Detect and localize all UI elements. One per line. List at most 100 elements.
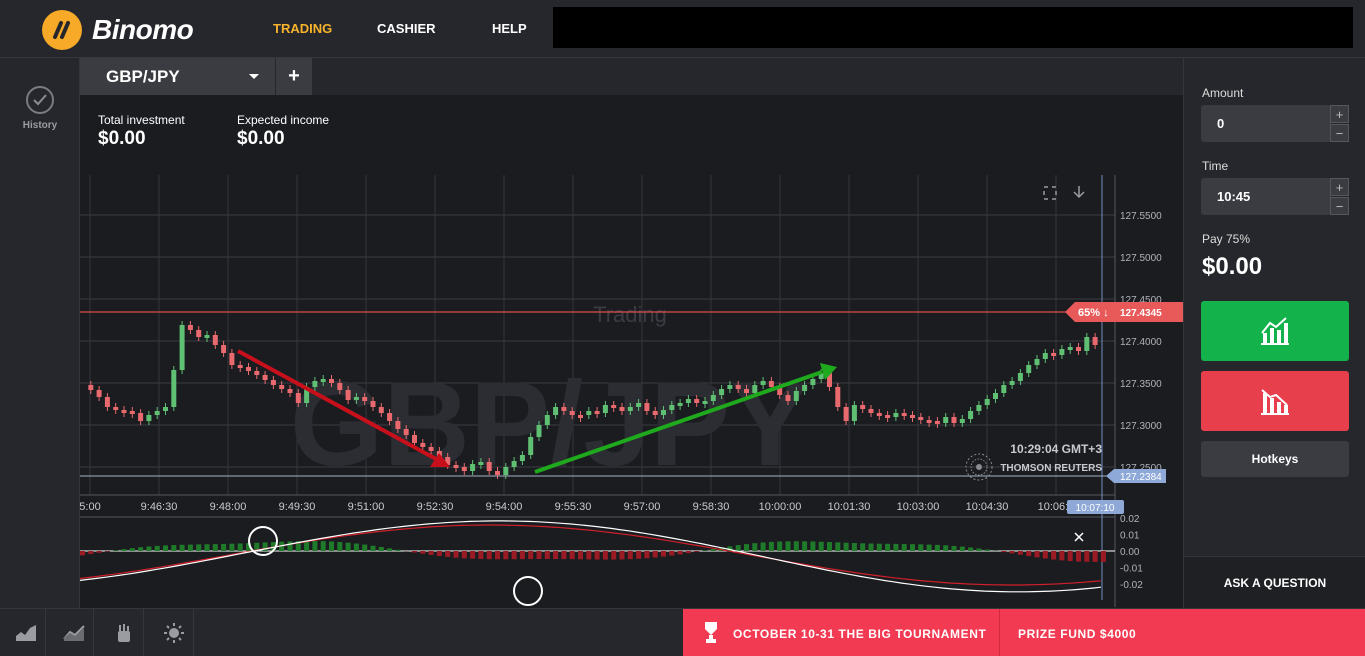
candle bbox=[661, 410, 666, 415]
theme-icon[interactable] bbox=[154, 609, 194, 656]
chart-type-icon[interactable] bbox=[6, 609, 46, 656]
header-banner bbox=[553, 7, 1353, 48]
time-tick-label: 10:01:30 bbox=[828, 501, 871, 513]
osc-bar bbox=[88, 551, 94, 555]
price-chart[interactable]: GBP/JPY Trading 127.5500127.5000127.4500… bbox=[80, 175, 1183, 607]
fullscreen-icon[interactable] bbox=[1043, 186, 1057, 200]
candle bbox=[412, 435, 417, 443]
nav-cashier[interactable]: CASHIER bbox=[377, 21, 436, 36]
candle bbox=[1042, 353, 1048, 359]
drawing-tools-icon[interactable] bbox=[104, 609, 144, 656]
candle bbox=[229, 353, 235, 365]
total-investment-label: Total investment bbox=[98, 113, 185, 127]
ask-question-button[interactable]: ASK A QUESTION bbox=[1184, 556, 1365, 608]
highlight-circle bbox=[513, 576, 543, 606]
download-icon[interactable] bbox=[1073, 186, 1085, 199]
time-input[interactable]: 10:45 bbox=[1201, 178, 1331, 215]
put-down-button[interactable] bbox=[1201, 371, 1349, 431]
chart-down-icon bbox=[1261, 389, 1289, 415]
candle bbox=[569, 411, 575, 415]
candle bbox=[196, 330, 202, 337]
candle bbox=[345, 390, 351, 400]
candle bbox=[976, 405, 982, 411]
osc-bar bbox=[121, 549, 127, 551]
tournament-banner[interactable]: OCTOBER 10-31 THE BIG TOURNAMENT PRIZE F… bbox=[683, 609, 1365, 656]
candle bbox=[503, 467, 509, 475]
candle bbox=[113, 407, 119, 410]
price-tick-label: 127.3500 bbox=[1120, 379, 1162, 390]
osc-bar bbox=[378, 546, 384, 551]
osc-bar bbox=[702, 550, 708, 551]
osc-bar bbox=[436, 551, 442, 557]
osc-bar bbox=[171, 545, 177, 551]
prize-text: PRIZE FUND $4000 bbox=[1018, 627, 1137, 641]
candle bbox=[910, 415, 915, 418]
osc-bar bbox=[594, 551, 600, 560]
amount-plus-button[interactable]: + bbox=[1330, 105, 1349, 123]
chevron-down-icon[interactable] bbox=[249, 74, 259, 79]
total-investment: Total investment $0.00 bbox=[98, 113, 185, 150]
candle bbox=[179, 325, 185, 370]
osc-bar bbox=[486, 551, 492, 560]
osc-bar bbox=[519, 551, 525, 560]
time-tick-label: 9:46:30 bbox=[141, 501, 178, 513]
osc-bar bbox=[412, 551, 417, 553]
candle bbox=[287, 389, 293, 393]
candle bbox=[461, 467, 467, 471]
nav-trading[interactable]: TRADING bbox=[273, 21, 332, 36]
candle bbox=[578, 415, 583, 418]
candle bbox=[727, 385, 733, 389]
time-minus-button[interactable]: − bbox=[1330, 197, 1349, 215]
candle bbox=[362, 397, 368, 401]
osc-bar bbox=[445, 551, 451, 557]
candle bbox=[760, 381, 766, 385]
price-tick-label: 127.5000 bbox=[1120, 253, 1162, 264]
history-button[interactable]: History bbox=[0, 86, 80, 131]
candle bbox=[312, 381, 318, 387]
time-plus-button[interactable]: + bbox=[1330, 178, 1349, 196]
candle bbox=[968, 411, 974, 419]
hotkeys-button[interactable]: Hotkeys bbox=[1201, 441, 1349, 477]
amount-label: Amount bbox=[1202, 86, 1244, 100]
osc-bar bbox=[827, 542, 832, 551]
call-up-button[interactable] bbox=[1201, 301, 1349, 361]
indicators-icon[interactable] bbox=[54, 609, 94, 656]
osc-tick-label: -0.01 bbox=[1120, 564, 1143, 575]
candle bbox=[163, 407, 168, 411]
osc-bar bbox=[113, 550, 119, 551]
pay-label: Pay 75% bbox=[1202, 232, 1251, 246]
osc-bar bbox=[353, 543, 359, 551]
nav-help[interactable]: HELP bbox=[492, 21, 527, 36]
osc-bar bbox=[528, 551, 534, 560]
osc-bar bbox=[212, 544, 218, 551]
candle bbox=[254, 371, 260, 375]
candle bbox=[860, 405, 866, 409]
mode-label: Trading bbox=[593, 302, 667, 327]
candle bbox=[710, 395, 716, 401]
candle bbox=[677, 403, 683, 406]
candle bbox=[486, 462, 492, 471]
time-tick-label: 9:58:30 bbox=[693, 501, 730, 513]
candle bbox=[403, 429, 409, 435]
candle bbox=[951, 417, 957, 423]
add-asset-button[interactable]: + bbox=[276, 58, 312, 95]
osc-bar bbox=[885, 543, 891, 551]
asset-tab-gbpjpy[interactable]: GBP/JPY bbox=[80, 58, 275, 95]
close-icon[interactable] bbox=[1074, 532, 1084, 542]
candle bbox=[420, 443, 426, 447]
candle bbox=[262, 375, 268, 380]
candle bbox=[934, 421, 940, 424]
amount-input[interactable]: 0 bbox=[1201, 105, 1331, 142]
amount-minus-button[interactable]: − bbox=[1330, 124, 1349, 142]
time-tick-label: 9:51:00 bbox=[348, 501, 385, 513]
candle bbox=[544, 415, 550, 425]
candle bbox=[329, 379, 334, 383]
total-investment-value: $0.00 bbox=[98, 128, 146, 149]
candle bbox=[428, 447, 434, 451]
candle bbox=[270, 380, 276, 385]
osc-bar bbox=[304, 541, 310, 551]
osc-bar bbox=[146, 546, 152, 551]
candle bbox=[627, 407, 633, 411]
brand-logo[interactable]: Binomo bbox=[42, 10, 194, 50]
osc-bar bbox=[802, 541, 808, 551]
